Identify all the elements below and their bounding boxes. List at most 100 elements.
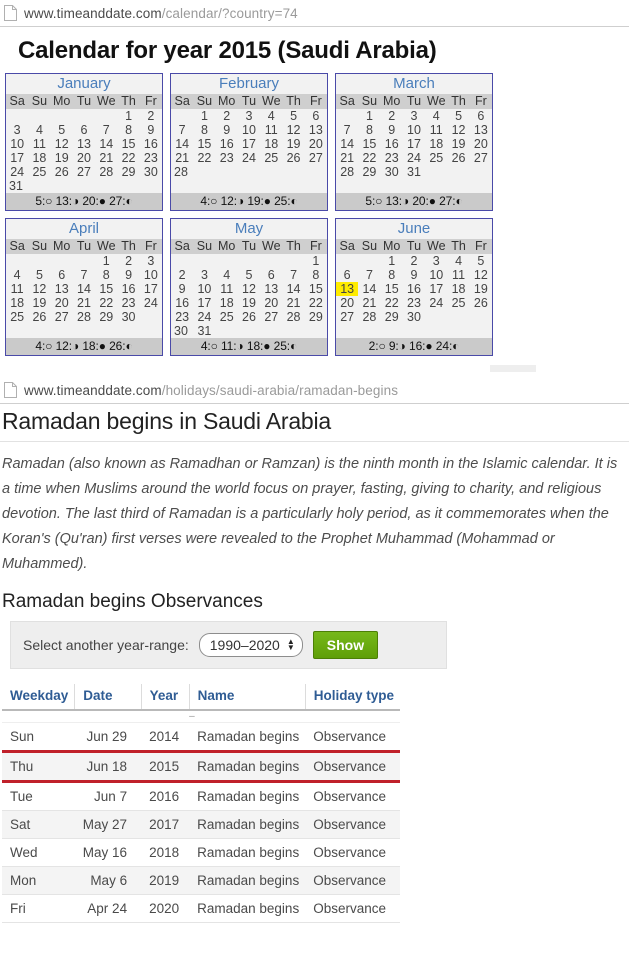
day-cell-4[interactable]: 4 <box>447 254 469 268</box>
day-cell-28[interactable]: 28 <box>336 165 358 179</box>
day-cell-12[interactable]: 12 <box>447 123 469 137</box>
day-cell-27[interactable]: 27 <box>51 310 73 324</box>
day-cell-14[interactable]: 14 <box>95 137 117 151</box>
day-cell-13[interactable]: 13 <box>260 282 282 296</box>
day-cell-9[interactable]: 9 <box>216 123 238 137</box>
day-cell-13[interactable]: 13 <box>336 282 359 296</box>
day-cell-3[interactable]: 3 <box>425 254 447 268</box>
day-cell-27[interactable]: 27 <box>73 165 95 179</box>
table-row[interactable]: Wed May 16 2018 Ramadan begins Observance <box>2 838 400 867</box>
day-cell-5[interactable]: 5 <box>282 109 304 123</box>
day-cell-20[interactable]: 20 <box>336 296 358 310</box>
day-cell-14[interactable]: 14 <box>282 282 304 296</box>
table-row[interactable]: Tue Jun 7 2016 Ramadan begins Observance <box>2 781 400 811</box>
day-cell-16[interactable]: 16 <box>403 282 425 296</box>
day-cell-22[interactable]: 22 <box>193 151 215 165</box>
day-cell-10[interactable]: 10 <box>425 268 447 282</box>
day-cell-8[interactable]: 8 <box>95 268 117 282</box>
day-cell-2[interactable]: 2 <box>117 254 139 268</box>
day-cell-25[interactable]: 25 <box>260 151 282 165</box>
day-cell-7[interactable]: 7 <box>358 268 380 282</box>
day-cell-21[interactable]: 21 <box>95 151 117 165</box>
day-cell-30[interactable]: 30 <box>381 165 403 179</box>
day-cell-7[interactable]: 7 <box>73 268 95 282</box>
day-cell-11[interactable]: 11 <box>425 123 447 137</box>
day-cell-18[interactable]: 18 <box>6 296 28 310</box>
day-cell-26[interactable]: 26 <box>282 151 304 165</box>
day-cell-24[interactable]: 24 <box>238 151 260 165</box>
day-cell-28[interactable]: 28 <box>358 310 380 324</box>
day-cell-5[interactable]: 5 <box>28 268 50 282</box>
day-cell-16[interactable]: 16 <box>140 137 162 151</box>
day-cell-20[interactable]: 20 <box>305 137 327 151</box>
table-row[interactable]: Thu Jun 18 2015 Ramadan begins Observance <box>2 750 400 783</box>
day-cell-23[interactable]: 23 <box>216 151 238 165</box>
day-cell-26[interactable]: 26 <box>238 310 260 324</box>
day-cell-9[interactable]: 9 <box>117 268 139 282</box>
day-cell-17[interactable]: 17 <box>403 137 425 151</box>
day-cell-11[interactable]: 11 <box>447 268 469 282</box>
day-cell-28[interactable]: 28 <box>171 165 193 179</box>
day-cell-4[interactable]: 4 <box>6 268 28 282</box>
day-cell-6[interactable]: 6 <box>470 109 492 123</box>
day-cell-4[interactable]: 4 <box>425 109 447 123</box>
day-cell-1[interactable]: 1 <box>381 254 403 268</box>
day-cell-24[interactable]: 24 <box>140 296 162 310</box>
day-cell-18[interactable]: 18 <box>28 151 50 165</box>
day-cell-23[interactable]: 23 <box>171 310 193 324</box>
day-cell-4[interactable]: 4 <box>28 123 50 137</box>
day-cell-11[interactable]: 11 <box>260 123 282 137</box>
day-cell-18[interactable]: 18 <box>447 282 469 296</box>
day-cell-26[interactable]: 26 <box>51 165 73 179</box>
day-cell-23[interactable]: 23 <box>403 296 425 310</box>
day-cell-17[interactable]: 17 <box>140 282 162 296</box>
day-cell-10[interactable]: 10 <box>193 282 215 296</box>
day-cell-6[interactable]: 6 <box>305 109 327 123</box>
day-cell-19[interactable]: 19 <box>238 296 260 310</box>
day-cell-1[interactable]: 1 <box>358 109 380 123</box>
day-cell-29[interactable]: 29 <box>117 165 139 179</box>
day-cell-22[interactable]: 22 <box>95 296 117 310</box>
day-cell-13[interactable]: 13 <box>470 123 492 137</box>
day-cell-6[interactable]: 6 <box>51 268 73 282</box>
day-cell-10[interactable]: 10 <box>140 268 162 282</box>
day-cell-4[interactable]: 4 <box>216 268 238 282</box>
day-cell-19[interactable]: 19 <box>28 296 50 310</box>
day-cell-7[interactable]: 7 <box>95 123 117 137</box>
day-cell-28[interactable]: 28 <box>73 310 95 324</box>
day-cell-18[interactable]: 18 <box>260 137 282 151</box>
day-cell-25[interactable]: 25 <box>28 165 50 179</box>
day-cell-11[interactable]: 11 <box>28 137 50 151</box>
day-cell-1[interactable]: 1 <box>193 109 215 123</box>
day-cell-2[interactable]: 2 <box>381 109 403 123</box>
column-header-weekday[interactable]: Weekday <box>2 684 76 711</box>
day-cell-8[interactable]: 8 <box>193 123 215 137</box>
day-cell-15[interactable]: 15 <box>95 282 117 296</box>
day-cell-14[interactable]: 14 <box>358 282 380 296</box>
day-cell-20[interactable]: 20 <box>260 296 282 310</box>
day-cell-3[interactable]: 3 <box>403 109 425 123</box>
day-cell-25[interactable]: 25 <box>425 151 447 165</box>
day-cell-5[interactable]: 5 <box>238 268 260 282</box>
day-cell-15[interactable]: 15 <box>193 137 215 151</box>
day-cell-28[interactable]: 28 <box>95 165 117 179</box>
day-cell-13[interactable]: 13 <box>51 282 73 296</box>
day-cell-4[interactable]: 4 <box>260 109 282 123</box>
day-cell-15[interactable]: 15 <box>358 137 380 151</box>
year-range-select[interactable]: 1990–2020 ▲ ▼ <box>198 633 303 657</box>
column-header-holiday-type[interactable]: Holiday type <box>305 684 400 711</box>
column-header-name[interactable]: Name <box>189 684 306 711</box>
day-cell-20[interactable]: 20 <box>470 137 492 151</box>
day-cell-2[interactable]: 2 <box>403 254 425 268</box>
table-row[interactable]: Sat May 27 2017 Ramadan begins Observance <box>2 810 400 839</box>
day-cell-30[interactable]: 30 <box>403 310 425 324</box>
day-cell-25[interactable]: 25 <box>6 310 28 324</box>
day-cell-15[interactable]: 15 <box>381 282 403 296</box>
day-cell-27[interactable]: 27 <box>336 310 358 324</box>
day-cell-12[interactable]: 12 <box>238 282 260 296</box>
day-cell-31[interactable]: 31 <box>6 179 28 193</box>
day-cell-29[interactable]: 29 <box>305 310 327 324</box>
day-cell-26[interactable]: 26 <box>470 296 492 310</box>
day-cell-8[interactable]: 8 <box>381 268 403 282</box>
day-cell-18[interactable]: 18 <box>216 296 238 310</box>
